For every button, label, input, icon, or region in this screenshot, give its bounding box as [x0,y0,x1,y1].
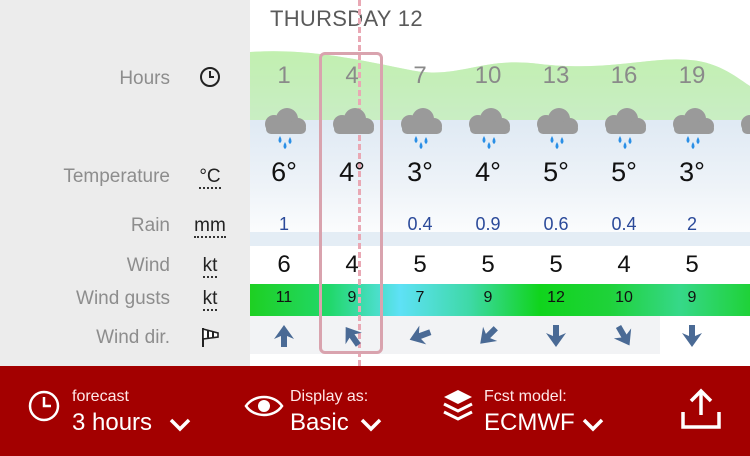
hour-cell: 13 [542,62,570,89]
temperature-label: Temperature [63,166,170,187]
hour-cell: 4 [345,62,359,89]
hour-cell: 2 [725,62,750,90]
share-icon[interactable] [680,388,722,430]
wind-gust-cell: 12 [547,289,565,306]
wind-direction-arrow-icon [657,322,727,354]
rain-label: Rain [130,215,170,236]
wind-direction-arrow-icon [453,322,523,354]
wind-gust-cell: 10 [615,289,633,306]
rain-cell: 0.4 [611,214,637,234]
bottom-toolbar: forecast 3 hours Display as: Basic Fcst … [0,366,750,456]
wind-unit[interactable]: kt [188,254,232,278]
cloud-rain-icon [725,104,750,150]
temperature-cell: 5° [611,157,637,187]
wind-cell: 4 [617,251,631,278]
hour-cell: 7 [413,62,427,89]
row-labels-panel: Hours Temperature °C Rain mm Wind kt Win… [0,0,250,366]
rain-cell: 0.9 [475,214,501,234]
selected-column[interactable] [319,52,383,354]
display-value: Basic [290,409,349,436]
day-label: THURSDAY 12 [270,6,423,31]
wind-cell: 5 [549,251,563,278]
wind-cell: 6 [277,251,291,278]
forecast-model-selector[interactable]: Fcst model: ECMWF [440,384,640,444]
hour-cell: 1 [277,62,291,89]
wind-label: Wind [126,255,170,276]
cloud-rain-icon [657,104,727,150]
forecast-value: 3 hours [72,409,153,436]
chevron-down-icon [169,418,191,432]
cloud-rain-icon [521,104,591,150]
hour-cell: 19 [678,62,706,89]
chevron-down-icon [582,418,604,432]
wind-cell: 5 [413,251,427,278]
wind-gust-cell: 9 [483,289,493,306]
display-caption: Display as: [290,388,369,405]
display-mode-selector[interactable]: Display as: Basic [244,384,444,444]
temperature-cell: 6° [271,157,297,187]
wind-dir-label: Wind dir. [96,327,170,348]
wind-direction-arrow-icon [385,322,455,354]
chevron-down-icon [360,418,382,432]
wind-cell: 5 [685,251,699,278]
rain-cell: 1 [278,214,289,234]
clock-icon [188,66,232,95]
temperature-cell: 3° [679,157,705,187]
forecast-step-selector[interactable]: forecast 3 hours [26,384,226,444]
hours-label: Hours [119,68,170,89]
cloud-icon [317,104,387,150]
wind-gusts-unit[interactable]: kt [188,287,232,311]
wind-gust-cell: 9 [687,289,697,306]
wind-direction-arrow-icon [589,322,659,354]
forecast-caption: forecast [72,388,129,405]
wind-direction-arrow-icon [317,322,387,354]
temperature-cell: 4° [339,157,365,187]
rain-cell: 0.6 [543,214,569,234]
forecast-grid[interactable]: THURSDAY 12 1 6° 1 6 11 4 4° 4 9 7 3° 0.4 5 7 10 4° 0.9 5… [250,0,750,366]
cloud-rain-icon [385,104,455,150]
cloud-rain-icon [453,104,523,150]
wind-direction-arrow-icon [250,322,319,354]
clock-icon [28,390,60,422]
model-caption: Fcst model: [484,388,567,405]
wind-cell: 4 [345,251,359,278]
hour-cell: 10 [474,62,502,89]
rain-cell: 0.4 [407,214,433,234]
wind-gust-cell: 7 [415,289,425,306]
temperature-unit[interactable]: °C [188,165,232,189]
hour-cell: 16 [610,62,638,89]
rain-cell: 2 [686,214,697,234]
temperature-cell: 3° [407,157,433,187]
rain-unit[interactable]: mm [188,214,232,238]
temperature-cell: 5° [543,157,569,187]
eye-icon [244,395,284,417]
cloud-rain-icon [589,104,659,150]
wind-gust-cell: 11 [275,289,293,306]
model-value: ECMWF [484,409,575,436]
temperature-cell: 4° [475,157,501,187]
wind-direction-arrow-icon [521,322,591,354]
cloud-rain-icon [250,104,319,150]
wind-gusts-label: Wind gusts [76,288,170,309]
layers-icon [443,390,473,421]
wind-gust-cell: 9 [347,289,357,306]
windsock-icon [188,325,232,356]
wind-cell: 5 [481,251,495,278]
